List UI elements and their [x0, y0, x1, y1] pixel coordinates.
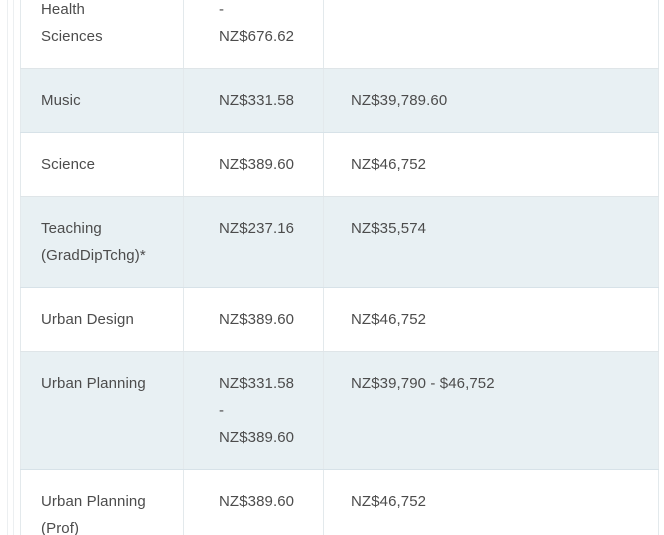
fees-table-viewport: Medical andHealthSciencesNZ$387.71-NZ$67…	[0, 0, 664, 535]
cell-line: Music	[41, 87, 169, 114]
cell-annual-fee: NZ$46,525 - $81,194.40	[324, 0, 659, 69]
cell-line: NZ$237.16	[219, 215, 309, 242]
cell-line: NZ$39,789.60	[351, 87, 644, 114]
cell-line: NZ$46,752	[351, 488, 644, 515]
cell-programme: Teaching(GradDipTchg)*	[21, 197, 184, 288]
cell-line: NZ$389.60	[219, 424, 309, 451]
table-row: Teaching(GradDipTchg)* NZ$237.16 NZ$35,574	[21, 197, 659, 288]
cell-line: Urban Planning	[41, 488, 169, 515]
cell-annual-fee: NZ$46,752	[324, 470, 659, 535]
cell-line: Teaching	[41, 215, 169, 242]
cell-line: NZ$331.58	[219, 87, 309, 114]
cell-annual-fee: NZ$35,574	[324, 197, 659, 288]
cell-fee-per-point: NZ$389.60	[184, 288, 324, 352]
cell-line: -	[219, 397, 309, 424]
cell-fee-per-point: NZ$387.71-NZ$676.62	[184, 0, 324, 69]
cell-fee-per-point: NZ$389.60	[184, 133, 324, 197]
cell-fee-per-point: NZ$331.58	[184, 69, 324, 133]
cell-programme: Urban Planning(Prof)	[21, 470, 184, 535]
cell-line: NZ$46,752	[351, 151, 644, 178]
cell-fee-per-point: NZ$331.58-NZ$389.60	[184, 352, 324, 470]
table-row: Science NZ$389.60 NZ$46,752	[21, 133, 659, 197]
table-row: Music NZ$331.58 NZ$39,789.60	[21, 69, 659, 133]
cell-line: NZ$389.60	[219, 151, 309, 178]
cell-line: NZ$39,790 - $46,752	[351, 370, 644, 397]
cell-fee-per-point: NZ$237.16	[184, 197, 324, 288]
table-row: Urban Planning(Prof) NZ$389.60 NZ$46,752	[21, 470, 659, 535]
table-row: Urban Planning NZ$331.58-NZ$389.60 NZ$39,7…	[21, 352, 659, 470]
cell-line: NZ$35,574	[351, 215, 644, 242]
cell-line: (Prof)	[41, 515, 169, 535]
cell-line: Urban Design	[41, 306, 169, 333]
cell-programme: Music	[21, 69, 184, 133]
cell-line: NZ$46,752	[351, 306, 644, 333]
tuition-fees-table-body: Medical andHealthSciencesNZ$387.71-NZ$67…	[21, 0, 659, 535]
cell-line: Science	[41, 151, 169, 178]
cell-line: Sciences	[41, 23, 169, 50]
cell-line: NZ$331.58	[219, 370, 309, 397]
cell-line: NZ$676.62	[219, 23, 309, 50]
cell-programme: Science	[21, 133, 184, 197]
cell-line: NZ$389.60	[219, 306, 309, 333]
page-gutter-rule-inner	[13, 0, 14, 535]
cell-line: NZ$389.60	[219, 488, 309, 515]
cell-programme: Urban Design	[21, 288, 184, 352]
tuition-fees-table: Medical andHealthSciencesNZ$387.71-NZ$67…	[20, 0, 659, 535]
cell-fee-per-point: NZ$389.60	[184, 470, 324, 535]
cell-annual-fee: NZ$39,789.60	[324, 69, 659, 133]
cell-annual-fee: NZ$46,752	[324, 133, 659, 197]
cell-annual-fee: NZ$46,752	[324, 288, 659, 352]
page-gutter-rule-left	[7, 0, 8, 535]
cell-programme: Urban Planning	[21, 352, 184, 470]
cell-line: (GradDipTchg)*	[41, 242, 169, 269]
table-row: Urban Design NZ$389.60 NZ$46,752	[21, 288, 659, 352]
cell-line: -	[219, 0, 309, 23]
fees-table-scroll-region[interactable]: Medical andHealthSciencesNZ$387.71-NZ$67…	[20, 0, 658, 535]
cell-annual-fee: NZ$39,790 - $46,752	[324, 352, 659, 470]
cell-programme: Medical andHealthSciences	[21, 0, 184, 69]
table-row: Medical andHealthSciencesNZ$387.71-NZ$67…	[21, 0, 659, 69]
cell-line: Health	[41, 0, 169, 23]
cell-line: Urban Planning	[41, 370, 169, 397]
